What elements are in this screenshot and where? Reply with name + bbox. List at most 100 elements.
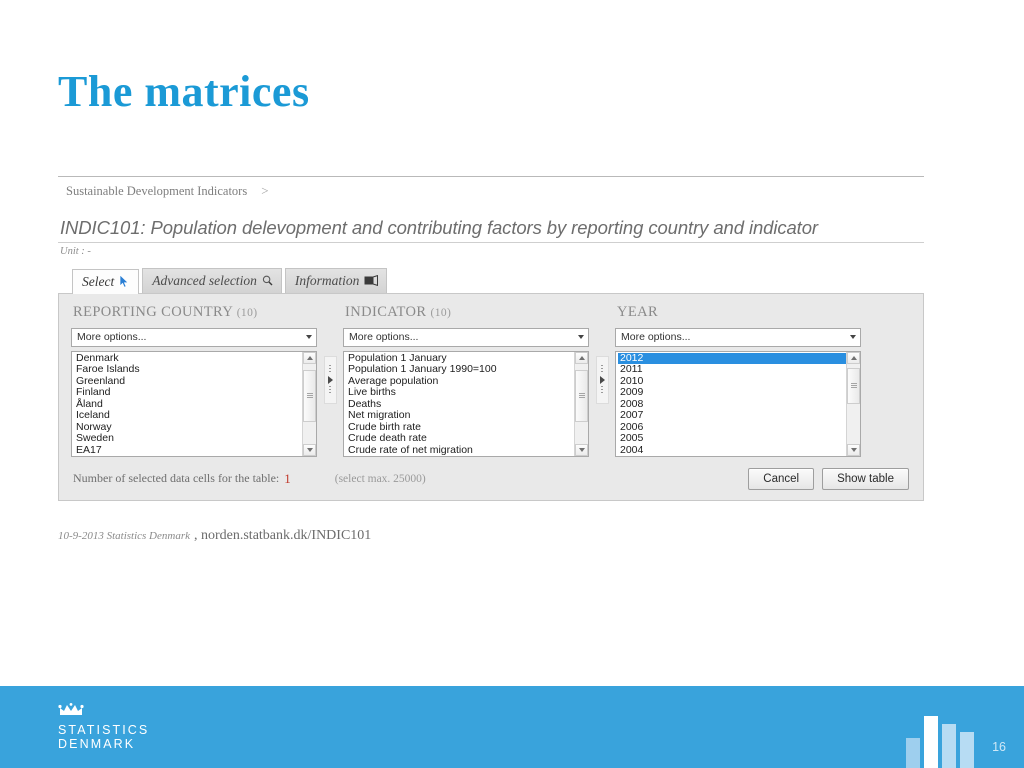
list-item[interactable]: Sweden	[74, 433, 302, 445]
listbox-items-year[interactable]: 2012 2011 2010 2009 2008 2007 2006 2005 …	[616, 352, 846, 456]
magnifier-icon	[262, 275, 273, 286]
listbox-year[interactable]: 2012 2011 2010 2009 2008 2007 2006 2005 …	[615, 350, 861, 457]
page-title: The matrices	[58, 67, 310, 116]
column-splitter-2[interactable]	[589, 304, 615, 404]
list-item[interactable]: Live births	[346, 387, 574, 399]
decorative-bar-chart-icon	[906, 706, 978, 768]
column-heading-year: YEAR	[615, 304, 861, 328]
more-options-select-reporting-country[interactable]: More options...	[71, 327, 317, 347]
scrollbar-track[interactable]	[575, 364, 588, 444]
listbox-reporting-country[interactable]: Denmark Faroe Islands Greenland Finland …	[71, 350, 317, 457]
tab-select[interactable]: Select	[72, 269, 140, 294]
column-heading-text: INDICATOR	[345, 303, 427, 320]
scroll-down-icon[interactable]	[847, 443, 860, 456]
list-item[interactable]: Net migration	[346, 410, 574, 422]
list-item[interactable]: Population 1 January 1990=100	[346, 364, 574, 376]
more-options-select-year[interactable]: More options...	[615, 327, 861, 347]
variable-selection-panel: REPORTING COUNTRY (10) More options... D…	[58, 292, 924, 501]
page-number: 16	[992, 740, 1006, 754]
source-date: 10-9-2013 Statistics Denmark	[58, 530, 190, 542]
matrix-title: INDIC101: Population delevopment and con…	[60, 217, 818, 238]
listbox-scrollbar[interactable]	[302, 351, 316, 456]
list-item[interactable]: 2004	[618, 444, 846, 456]
variable-column-reporting-country: REPORTING COUNTRY (10) More options... D…	[71, 304, 317, 457]
list-item[interactable]: 2005	[618, 433, 846, 445]
splitter-handle[interactable]	[595, 355, 609, 404]
list-item[interactable]: 2011	[618, 364, 846, 376]
tab-information[interactable]: Information	[284, 268, 388, 293]
grip-dots-icon	[601, 364, 603, 374]
more-options-label: More options...	[77, 331, 147, 344]
grip-dots-icon	[329, 364, 331, 374]
list-item[interactable]: 2007	[618, 410, 846, 422]
column-heading-indicator: INDICATOR (10)	[343, 304, 589, 328]
list-item[interactable]: EA17	[74, 444, 302, 456]
listbox-scrollbar[interactable]	[574, 351, 588, 456]
more-options-label: More options...	[349, 331, 419, 344]
selection-summary-bar: Number of selected data cells for the ta…	[71, 467, 911, 490]
crown-icon	[58, 703, 149, 721]
slide-footer: STATISTICS DENMARK 16	[0, 686, 1024, 768]
variable-column-indicator: INDICATOR (10) More options... Populatio…	[343, 304, 589, 457]
chevron-down-icon	[578, 335, 584, 340]
grip-dots-icon	[329, 385, 331, 395]
scrollbar-track[interactable]	[847, 364, 860, 444]
list-item[interactable]: 2008	[618, 398, 846, 411]
scroll-down-icon[interactable]	[575, 443, 588, 456]
source-line: 10-9-2013 Statistics Denmark , norden.st…	[58, 528, 371, 544]
grip-dots-icon	[601, 385, 603, 395]
listbox-items-reporting-country[interactable]: Denmark Faroe Islands Greenland Finland …	[72, 352, 302, 456]
scroll-up-icon[interactable]	[303, 351, 316, 364]
tab-advanced-selection-label: Advanced selection	[152, 273, 257, 288]
column-heading-text: REPORTING COUNTRY	[73, 303, 233, 320]
breadcrumb: Sustainable Development Indicators >	[58, 176, 924, 203]
statistics-denmark-logo: STATISTICS DENMARK	[58, 703, 149, 751]
list-item[interactable]: Crude death rate	[346, 433, 574, 445]
list-item[interactable]: Iceland	[74, 410, 302, 422]
show-table-button[interactable]: Show table	[822, 467, 909, 490]
list-item[interactable]: Faroe Islands	[74, 364, 302, 376]
brand-line-1: STATISTICS	[58, 723, 150, 737]
selected-cells-value: 1	[284, 470, 291, 486]
deco-bar-2	[924, 716, 938, 768]
chevron-right-icon	[599, 375, 605, 384]
list-item-selected[interactable]: 2012	[618, 352, 846, 365]
column-heading-reporting-country: REPORTING COUNTRY (10)	[71, 304, 317, 328]
cancel-button[interactable]: Cancel	[748, 467, 815, 490]
deco-bar-1	[906, 738, 920, 768]
brand-line-2: DENMARK	[58, 736, 136, 751]
matrix-unit: Unit : -	[58, 242, 924, 257]
list-item[interactable]: Crude rate of net migration	[346, 444, 574, 456]
scroll-down-icon[interactable]	[303, 443, 316, 456]
more-options-select-indicator[interactable]: More options...	[343, 327, 589, 347]
list-item[interactable]: 2010	[618, 375, 846, 388]
scrollbar-thumb[interactable]	[847, 367, 860, 404]
tab-select-label: Select	[82, 274, 115, 289]
cursor-arrow-icon	[119, 274, 130, 289]
list-item[interactable]: 2006	[618, 421, 846, 434]
column-heading-text: YEAR	[617, 303, 659, 320]
selected-cells-label: Number of selected data cells for the ta…	[73, 471, 280, 486]
statbank-screenshot: Sustainable Development Indicators > IND…	[58, 176, 924, 501]
tab-advanced-selection[interactable]: Advanced selection	[142, 268, 282, 293]
column-item-count: (10)	[430, 306, 452, 319]
variable-column-year: YEAR More options... 2012 2011 2010 2009…	[615, 304, 861, 457]
listbox-indicator[interactable]: Population 1 January Population 1 Januar…	[343, 350, 589, 457]
list-item[interactable]: 2009	[618, 387, 846, 399]
variable-columns: REPORTING COUNTRY (10) More options... D…	[71, 304, 911, 457]
breadcrumb-item-sustainable-development-indicators[interactable]: Sustainable Development Indicators	[66, 184, 247, 199]
scroll-up-icon[interactable]	[575, 351, 588, 364]
scrollbar-thumb[interactable]	[575, 369, 588, 422]
scroll-up-icon[interactable]	[847, 351, 860, 364]
column-splitter-1[interactable]	[317, 304, 343, 404]
chevron-down-icon	[850, 335, 856, 340]
splitter-handle[interactable]	[323, 355, 337, 404]
list-item[interactable]: Finland	[74, 387, 302, 399]
scrollbar-track[interactable]	[303, 364, 316, 444]
listbox-items-indicator[interactable]: Population 1 January Population 1 Januar…	[344, 352, 574, 456]
listbox-scrollbar[interactable]	[846, 351, 860, 456]
column-item-count: (10)	[236, 306, 258, 319]
action-buttons: Cancel Show table	[748, 467, 909, 490]
chevron-right-icon	[327, 375, 333, 384]
scrollbar-thumb[interactable]	[303, 369, 316, 422]
